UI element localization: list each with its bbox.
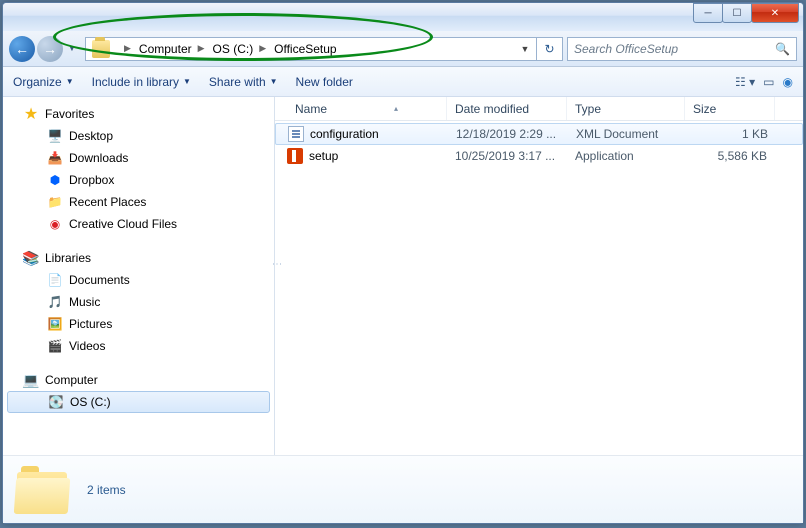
view-mode-button[interactable]: ☷ ▾ — [735, 75, 755, 89]
column-type[interactable]: Type — [567, 97, 685, 120]
file-list-pane: Name▴ Date modified Type Size configurat… — [275, 97, 803, 455]
folder-large-icon — [15, 466, 71, 514]
address-dropdown[interactable]: ▼ — [516, 44, 534, 54]
desktop-icon: 🖥️ — [47, 128, 63, 144]
sidebar-resize-handle[interactable] — [271, 97, 275, 455]
back-button[interactable]: ← — [9, 36, 35, 62]
sidebar-item-desktop[interactable]: 🖥️Desktop — [3, 125, 274, 147]
explorer-window: ─ ☐ ✕ ← → ▼ ▶ Computer▶ OS (C:)▶ OfficeS… — [2, 2, 804, 524]
xml-file-icon — [288, 126, 304, 142]
sidebar-item-os-c[interactable]: 💽OS (C:) — [7, 391, 270, 413]
sidebar-item-documents[interactable]: 📄Documents — [3, 269, 274, 291]
breadcrumb-folder[interactable]: OfficeSetup — [270, 38, 340, 60]
share-with-menu[interactable]: Share with▼ — [209, 75, 278, 89]
sidebar-item-downloads[interactable]: 📥Downloads — [3, 147, 274, 169]
file-rows: configuration 12/18/2019 2:29 ... XML Do… — [275, 121, 803, 167]
maximize-button[interactable]: ☐ — [722, 3, 752, 23]
help-button[interactable]: ◉ — [783, 75, 793, 89]
address-bar[interactable]: ▶ Computer▶ OS (C:)▶ OfficeSetup ▼ — [85, 37, 537, 61]
minimize-button[interactable]: ─ — [693, 3, 723, 23]
refresh-button[interactable]: ↻ — [537, 37, 563, 61]
videos-icon: 🎬 — [47, 338, 63, 354]
breadcrumb-arrow[interactable]: ▶ — [114, 38, 135, 60]
pictures-icon: 🖼️ — [47, 316, 63, 332]
file-row-setup[interactable]: setup 10/25/2019 3:17 ... Application 5,… — [275, 145, 803, 167]
search-input[interactable]: Search OfficeSetup 🔍 — [567, 37, 797, 61]
libraries-icon: 📚 — [23, 250, 39, 266]
file-row-configuration[interactable]: configuration 12/18/2019 2:29 ... XML Do… — [275, 123, 803, 145]
favorites-header[interactable]: ★ Favorites — [3, 103, 274, 125]
nav-history-dropdown[interactable]: ▼ — [65, 38, 79, 60]
include-library-menu[interactable]: Include in library▼ — [92, 75, 191, 89]
libraries-group: 📚 Libraries 📄Documents 🎵Music 🖼️Pictures… — [3, 247, 274, 357]
navigation-pane: ★ Favorites 🖥️Desktop 📥Downloads ⬢Dropbo… — [3, 97, 275, 455]
music-icon: 🎵 — [47, 294, 63, 310]
column-name[interactable]: Name▴ — [275, 97, 447, 120]
search-placeholder: Search OfficeSetup — [574, 42, 678, 56]
splitter-grip[interactable]: ⋮ — [271, 259, 282, 267]
breadcrumb-drive[interactable]: OS (C:)▶ — [209, 38, 271, 60]
sidebar-item-dropbox[interactable]: ⬢Dropbox — [3, 169, 274, 191]
view-controls: ☷ ▾ ▭ ◉ — [735, 75, 793, 89]
column-size[interactable]: Size — [685, 97, 775, 120]
breadcrumb-computer[interactable]: Computer▶ — [135, 38, 209, 60]
computer-group: 💻 Computer 💽OS (C:) — [3, 369, 274, 413]
computer-header[interactable]: 💻 Computer — [3, 369, 274, 391]
organize-menu[interactable]: Organize▼ — [13, 75, 74, 89]
column-date[interactable]: Date modified — [447, 97, 567, 120]
downloads-icon: 📥 — [47, 150, 63, 166]
sidebar-item-music[interactable]: 🎵Music — [3, 291, 274, 313]
details-pane: 2 items — [3, 455, 803, 523]
drive-icon: 💽 — [48, 394, 64, 410]
computer-icon: 💻 — [23, 372, 39, 388]
documents-icon: 📄 — [47, 272, 63, 288]
close-button[interactable]: ✕ — [751, 3, 799, 23]
office-app-icon — [287, 148, 303, 164]
preview-pane-button[interactable]: ▭ — [763, 75, 774, 89]
sort-indicator-icon: ▴ — [394, 104, 398, 113]
new-folder-button[interactable]: New folder — [296, 75, 353, 89]
libraries-header[interactable]: 📚 Libraries — [3, 247, 274, 269]
content-body: ★ Favorites 🖥️Desktop 📥Downloads ⬢Dropbo… — [3, 97, 803, 455]
command-bar: Organize▼ Include in library▼ Share with… — [3, 67, 803, 97]
sidebar-item-creative-cloud[interactable]: ◉Creative Cloud Files — [3, 213, 274, 235]
creative-cloud-icon: ◉ — [47, 216, 63, 232]
titlebar: ─ ☐ ✕ — [3, 3, 803, 31]
folder-icon — [92, 40, 110, 58]
recent-icon: 📁 — [47, 194, 63, 210]
forward-button[interactable]: → — [37, 36, 63, 62]
sidebar-item-recent[interactable]: 📁Recent Places — [3, 191, 274, 213]
status-text: 2 items — [87, 483, 126, 497]
star-icon: ★ — [23, 106, 39, 122]
column-headers: Name▴ Date modified Type Size — [275, 97, 803, 121]
dropbox-icon: ⬢ — [47, 172, 63, 188]
sidebar-item-videos[interactable]: 🎬Videos — [3, 335, 274, 357]
sidebar-item-pictures[interactable]: 🖼️Pictures — [3, 313, 274, 335]
window-controls: ─ ☐ ✕ — [694, 3, 799, 23]
favorites-group: ★ Favorites 🖥️Desktop 📥Downloads ⬢Dropbo… — [3, 103, 274, 235]
search-icon: 🔍 — [775, 42, 790, 56]
navigation-bar: ← → ▼ ▶ Computer▶ OS (C:)▶ OfficeSetup ▼… — [3, 31, 803, 67]
